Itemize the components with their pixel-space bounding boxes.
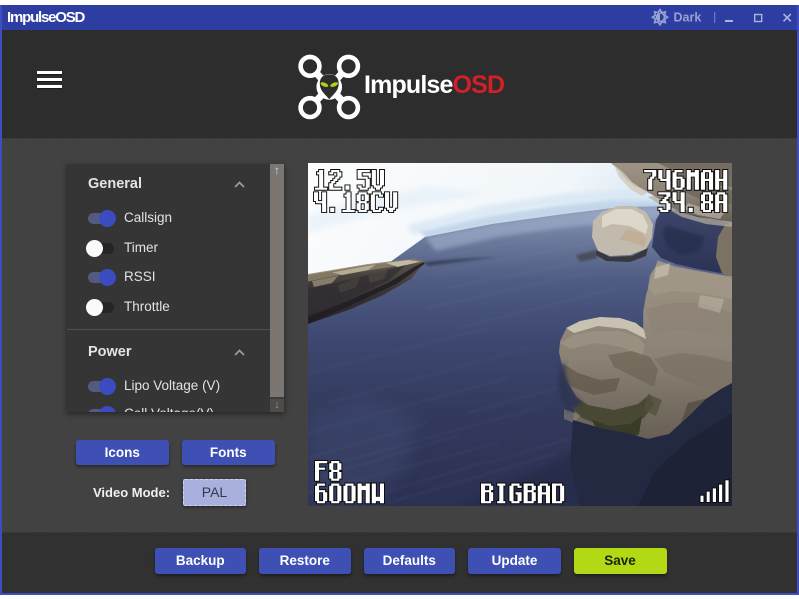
svg-text:ImpulseOSD: ImpulseOSD: [364, 71, 504, 99]
svg-text:Dark: Dark: [674, 11, 702, 25]
